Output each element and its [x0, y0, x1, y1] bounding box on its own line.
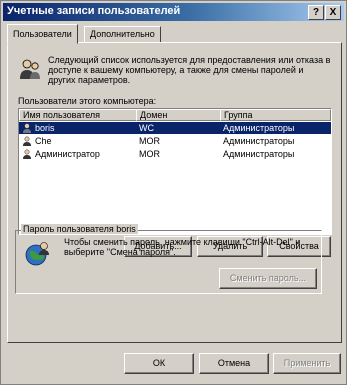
users-tab-panel: Следующий список используется для предос… — [7, 42, 342, 343]
tab-users[interactable]: Пользователи — [7, 24, 78, 44]
cell-group: Администраторы — [223, 149, 295, 159]
cell-group: Администраторы — [223, 123, 295, 133]
cell-username: boris — [35, 123, 55, 133]
table-row[interactable]: boris WC Администраторы — [19, 122, 331, 134]
tab-advanced[interactable]: Дополнительно — [84, 26, 161, 43]
table-row[interactable]: Che MOR Администраторы — [19, 135, 331, 147]
intro-text: Следующий список используется для предос… — [48, 55, 331, 85]
help-button[interactable]: ? — [308, 5, 324, 20]
cell-username: Che — [35, 136, 52, 146]
users-icon — [20, 59, 40, 79]
list-header: Имя пользователя Домен Группа — [19, 109, 331, 121]
window-title: Учетные записи пользователей — [7, 5, 181, 17]
ok-button[interactable]: ОК — [124, 353, 194, 374]
column-header-username[interactable]: Имя пользователя — [19, 109, 137, 121]
password-group-title: Пароль пользователя boris — [21, 224, 138, 234]
cell-domain: WC — [139, 123, 154, 133]
password-hint-text: Чтобы сменить пароль, нажмите клавиши "C… — [64, 237, 301, 257]
cell-username: Администратор — [35, 149, 100, 159]
cell-domain: MOR — [139, 136, 160, 146]
user-accounts-dialog: Учетные записи пользователей ? X Пользов… — [0, 0, 347, 385]
user-icon — [23, 149, 31, 159]
close-button[interactable]: X — [325, 5, 341, 20]
user-icon — [23, 136, 31, 146]
users-list[interactable]: Имя пользователя Домен Группа boris WC А… — [18, 108, 332, 235]
cell-domain: MOR — [139, 149, 160, 159]
cell-group: Администраторы — [223, 136, 295, 146]
change-password-button[interactable]: Сменить пароль... — [219, 268, 317, 289]
globe-user-icon — [25, 242, 49, 266]
column-header-domain[interactable]: Домен — [136, 109, 221, 121]
table-row[interactable]: Администратор MOR Администраторы — [19, 148, 331, 160]
apply-button[interactable]: Применить — [273, 353, 341, 374]
cancel-button[interactable]: Отмена — [199, 353, 269, 374]
user-icon — [23, 123, 31, 133]
users-list-label: Пользователи этого компьютера: — [18, 96, 157, 106]
column-header-group[interactable]: Группа — [220, 109, 331, 121]
title-bar[interactable]: Учетные записи пользователей ? X — [3, 3, 344, 21]
password-group: Чтобы сменить пароль, нажмите клавиши "C… — [15, 230, 322, 294]
